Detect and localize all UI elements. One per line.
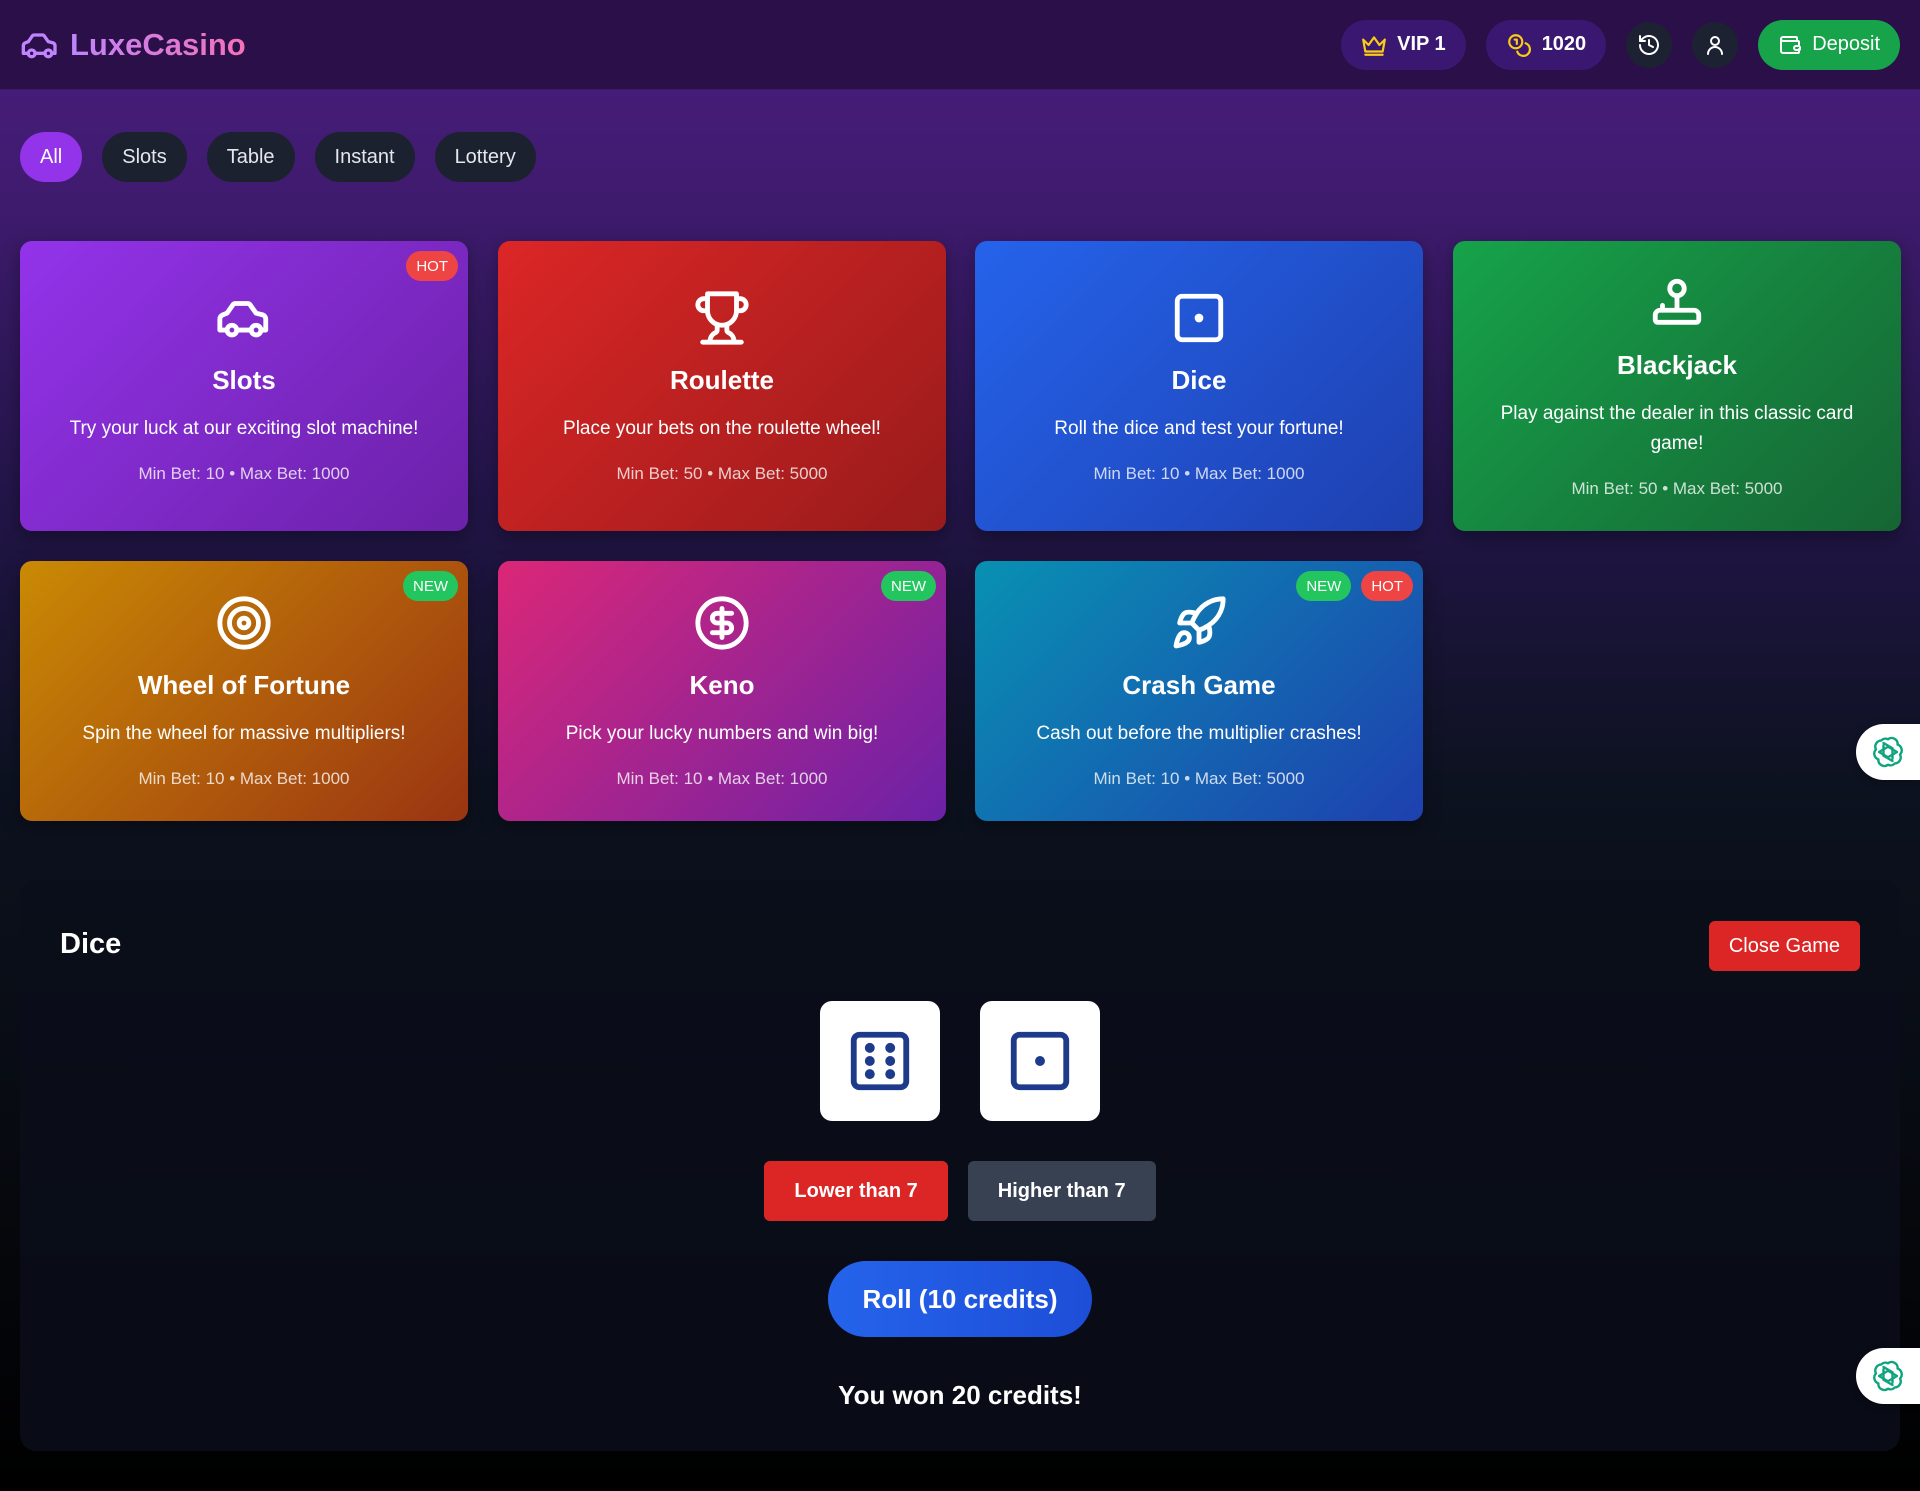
game-description: Pick your lucky numbers and win big!	[565, 722, 879, 744]
game-bet-limits: Min Bet: 50 • Max Bet: 5000	[1571, 478, 1783, 498]
die-icon	[1174, 293, 1224, 342]
profile-button[interactable]	[1692, 21, 1739, 68]
game-title: Dice	[1171, 364, 1227, 395]
game-title: Blackjack	[1617, 349, 1737, 380]
game-title: Slots	[212, 364, 276, 395]
balance-display[interactable]: 1020	[1485, 19, 1607, 70]
die-2	[980, 1001, 1100, 1121]
game-description: Place your bets on the roulette wheel!	[563, 417, 881, 439]
trophy-icon	[695, 290, 749, 345]
lower-than-7-button[interactable]: Lower than 7	[764, 1161, 948, 1221]
game-title: Roulette	[670, 364, 774, 395]
history-icon	[1639, 34, 1660, 55]
top-header: LuxeCasino VIP 1 1020 Deposit	[0, 0, 1920, 90]
openai-icon	[1873, 736, 1903, 768]
wallet-icon	[1780, 35, 1802, 54]
filter-slots[interactable]: Slots	[102, 132, 187, 182]
die-one-icon	[1010, 1031, 1070, 1091]
hot-badge: HOT	[406, 251, 458, 281]
close-game-button[interactable]: Close Game	[1708, 921, 1860, 971]
game-card-roulette[interactable]: Roulette Place your bets on the roulette…	[498, 241, 946, 531]
game-bet-limits: Min Bet: 10 • Max Bet: 5000	[1093, 768, 1305, 788]
assistant-button-2[interactable]	[1856, 1348, 1920, 1404]
higher-than-7-button[interactable]: Higher than 7	[967, 1161, 1156, 1221]
game-card-crash-game[interactable]: NEW HOT Crash Game Cash out before the m…	[975, 561, 1423, 821]
game-description: Play against the dealer in this classic …	[1500, 402, 1854, 454]
filter-all[interactable]: All	[20, 132, 83, 182]
badges: HOT	[406, 251, 458, 281]
user-icon	[1707, 35, 1724, 55]
badges: NEW	[403, 571, 458, 601]
game-title: Wheel of Fortune	[137, 669, 351, 700]
brand-name: LuxeCasino	[70, 26, 246, 62]
game-description: Roll the dice and test your fortune!	[1054, 417, 1344, 439]
game-card-keno[interactable]: NEW Keno Pick your lucky numbers and win…	[498, 561, 946, 821]
deposit-button[interactable]: Deposit	[1758, 19, 1900, 70]
result-message: You won 20 credits!	[838, 1380, 1082, 1410]
game-card-dice[interactable]: Dice Roll the dice and test your fortune…	[975, 241, 1423, 531]
game-card-blackjack[interactable]: Blackjack Play against the dealer in thi…	[1453, 241, 1901, 531]
rocket-icon	[1173, 595, 1226, 648]
roll-button[interactable]: Roll (10 credits)	[828, 1261, 1092, 1337]
vip-label: VIP 1	[1397, 33, 1446, 55]
dollar-circle-icon	[695, 595, 749, 650]
new-badge: NEW	[881, 571, 936, 601]
filter-instant[interactable]: Instant	[314, 132, 415, 182]
game-bet-limits: Min Bet: 10 • Max Bet: 1000	[1093, 463, 1305, 483]
assistant-button[interactable]	[1856, 724, 1920, 780]
joystick-icon	[1652, 278, 1702, 325]
vip-badge[interactable]: VIP 1	[1341, 19, 1466, 70]
die-1	[820, 1001, 940, 1121]
game-card-slots[interactable]: HOT Slots Try your luck at our exciting …	[20, 241, 468, 531]
game-title: Keno	[689, 669, 755, 700]
target-icon	[217, 595, 271, 650]
openai-icon	[1873, 1360, 1903, 1392]
die-six-icon	[850, 1031, 910, 1091]
game-bet-limits: Min Bet: 10 • Max Bet: 1000	[616, 768, 828, 788]
badges: NEW HOT	[1296, 571, 1413, 601]
game-description: Spin the wheel for massive multipliers!	[82, 722, 406, 744]
game-title: Crash Game	[1122, 669, 1276, 700]
game-bet-limits: Min Bet: 50 • Max Bet: 5000	[616, 463, 828, 483]
game-description: Cash out before the multiplier crashes!	[1036, 722, 1362, 744]
category-filters: All Slots Table Instant Lottery	[20, 132, 536, 182]
badges: NEW	[881, 571, 936, 601]
new-badge: NEW	[403, 571, 458, 601]
game-bet-limits: Min Bet: 10 • Max Bet: 1000	[138, 463, 350, 483]
game-card-wheel-of-fortune[interactable]: NEW Wheel of Fortune Spin the wheel for …	[20, 561, 468, 821]
coins-icon	[1507, 33, 1531, 57]
hot-badge: HOT	[1361, 571, 1413, 601]
panel-title: Dice	[60, 928, 122, 960]
history-button[interactable]	[1626, 21, 1673, 68]
balance-value: 1020	[1541, 33, 1587, 55]
brand[interactable]: LuxeCasino	[20, 25, 246, 65]
new-badge: NEW	[1296, 571, 1352, 601]
game-bet-limits: Min Bet: 10 • Max Bet: 1000	[138, 768, 350, 788]
bet-choice: Lower than 7 Higher than 7	[20, 1161, 1900, 1221]
crown-icon	[1362, 35, 1387, 56]
dice-game-panel: Dice Close Game Lower than 7 Higher than…	[20, 880, 1900, 1451]
car-logo-icon	[21, 32, 57, 58]
dice-display	[20, 1001, 1900, 1121]
deposit-label: Deposit	[1812, 33, 1880, 55]
filter-table[interactable]: Table	[206, 132, 295, 182]
car-icon	[217, 300, 269, 337]
game-description: Try your luck at our exciting slot machi…	[69, 417, 419, 439]
filter-lottery[interactable]: Lottery	[434, 132, 536, 182]
